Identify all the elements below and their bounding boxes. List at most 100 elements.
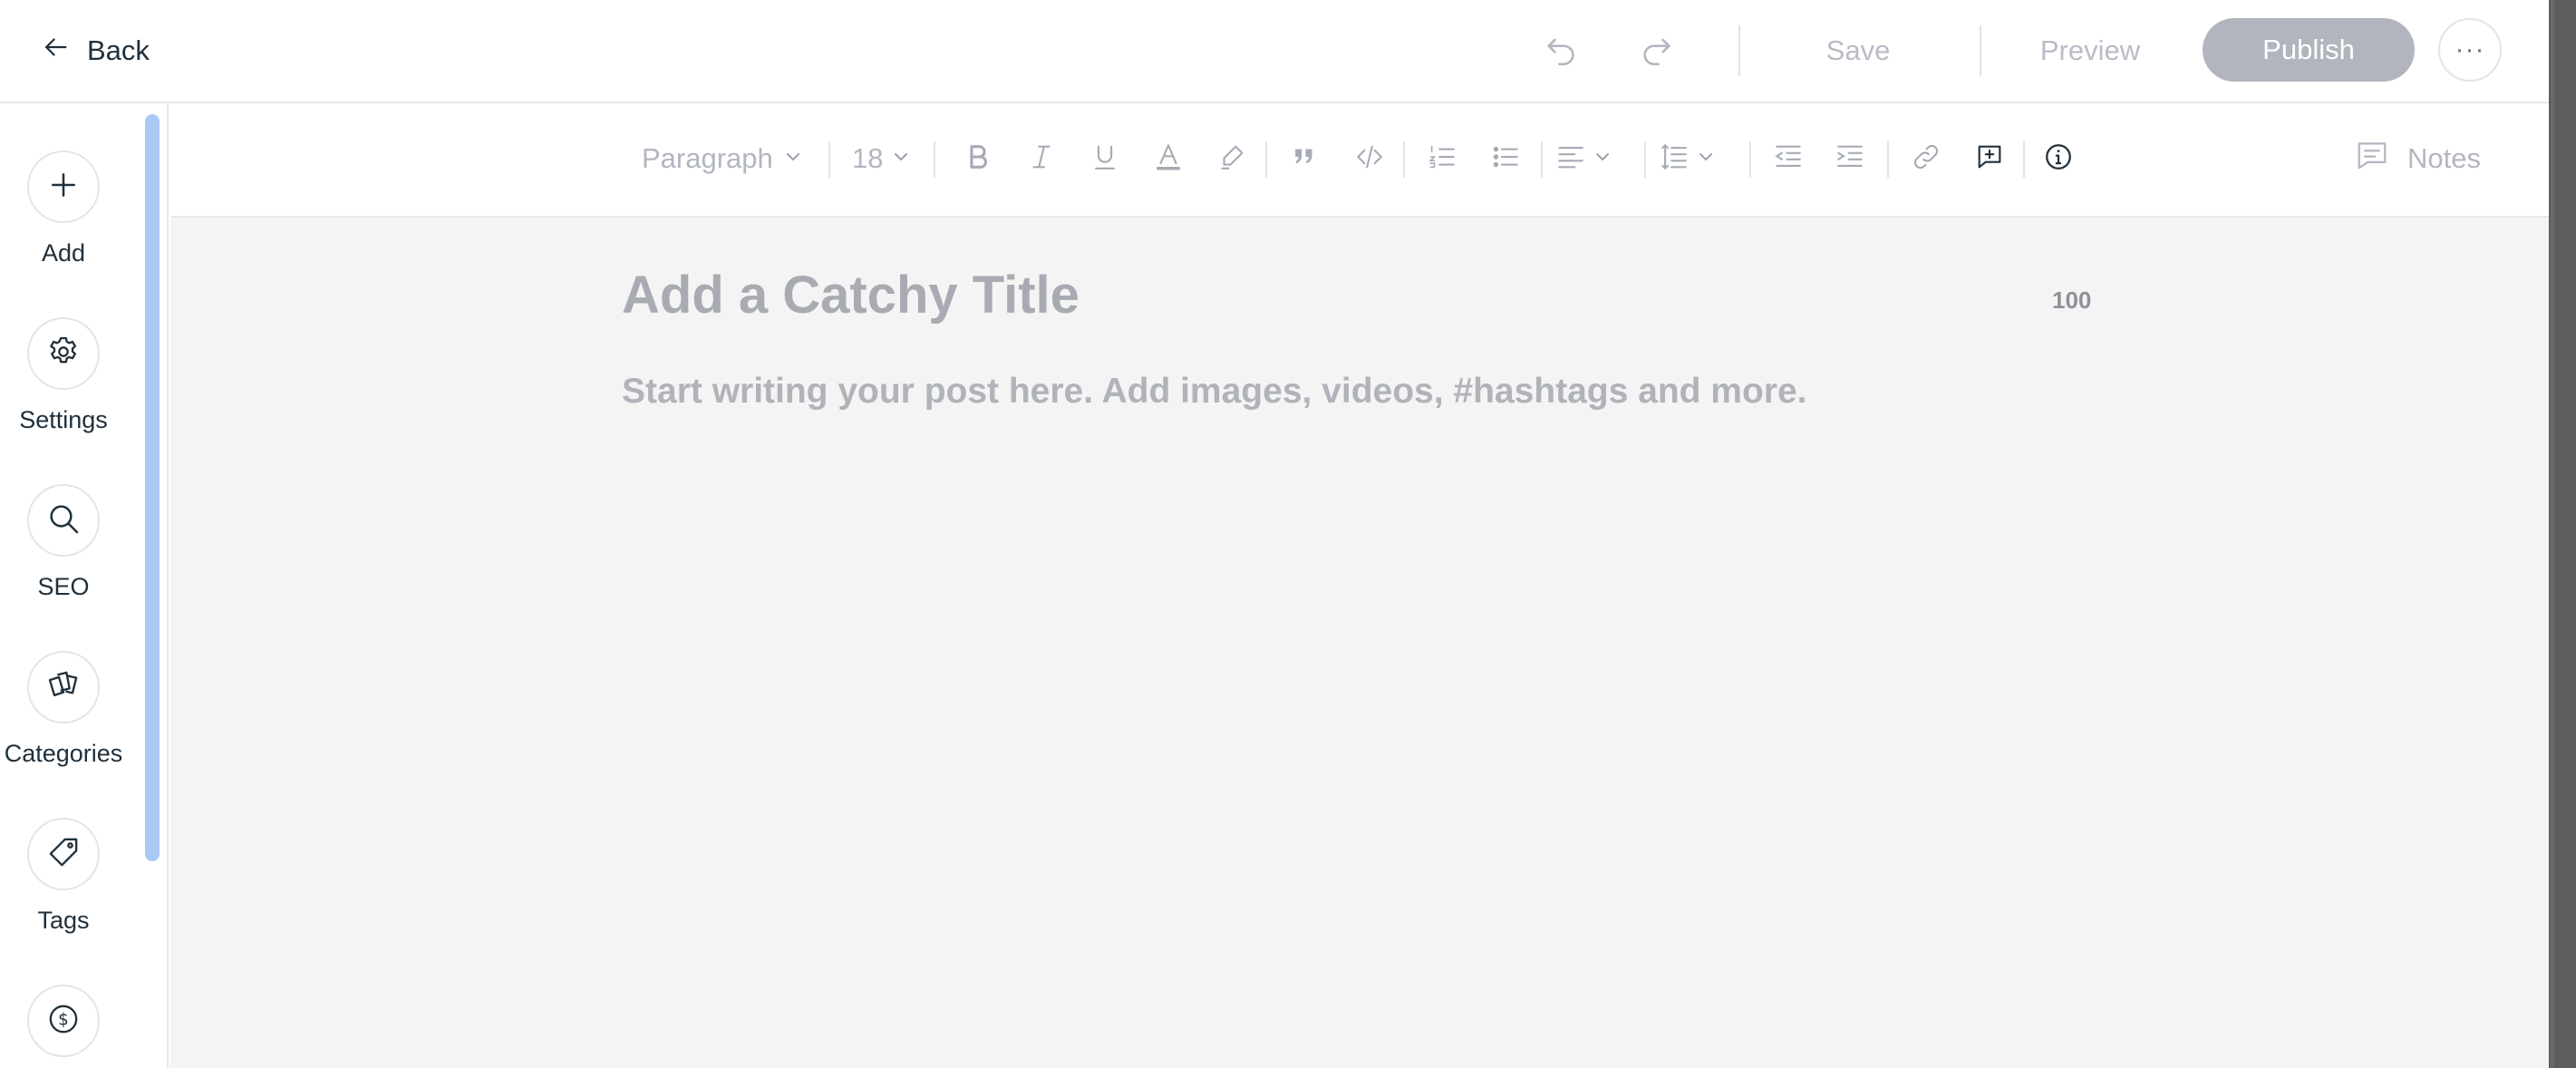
notes-icon bbox=[2355, 138, 2389, 180]
save-button[interactable]: Save bbox=[1804, 25, 1913, 76]
chevron-down-icon bbox=[890, 146, 912, 172]
sidebar-item-label: Tags bbox=[37, 907, 90, 934]
plus-icon bbox=[45, 167, 82, 208]
blog-post-editor: Back Save Preview Publish ··· Add Settin… bbox=[0, 0, 2576, 1068]
sidebar-item-categories[interactable]: Categories bbox=[0, 651, 127, 768]
sidebar-item-label: SEO bbox=[37, 573, 90, 600]
notes-button[interactable]: Notes bbox=[2355, 136, 2481, 181]
font-size-dropdown[interactable]: 18 bbox=[852, 136, 912, 181]
sidebar-item-add[interactable]: Add bbox=[0, 150, 127, 267]
sidebar-item-label: Categories bbox=[4, 740, 123, 767]
toolbar-divider bbox=[934, 141, 935, 178]
sidebar-scrollbar[interactable] bbox=[145, 114, 160, 861]
toolbar-divider bbox=[1887, 141, 1889, 178]
toolbar-divider bbox=[828, 141, 830, 178]
tags-button-circle[interactable] bbox=[27, 818, 100, 890]
line-spacing-dropdown[interactable] bbox=[1659, 136, 1717, 181]
page-scrollbar-edge bbox=[2551, 0, 2554, 1068]
toolbar-divider bbox=[1644, 141, 1646, 178]
align-icon bbox=[1555, 141, 1586, 177]
text-color-button[interactable] bbox=[1146, 136, 1191, 181]
align-dropdown[interactable] bbox=[1555, 136, 1613, 181]
code-button[interactable] bbox=[1345, 136, 1394, 181]
add-comment-button[interactable] bbox=[1965, 136, 2014, 181]
monetize-button-circle[interactable]: $ bbox=[27, 985, 100, 1057]
decrease-indent-icon bbox=[1773, 141, 1804, 177]
link-button[interactable] bbox=[1902, 136, 1951, 181]
paragraph-style-value: Paragraph bbox=[642, 142, 773, 174]
increase-indent-button[interactable] bbox=[1825, 136, 1874, 181]
add-comment-icon bbox=[1974, 141, 2005, 177]
sidebar-item-label: Add bbox=[41, 239, 86, 267]
sidebar-item-seo[interactable]: SEO bbox=[0, 484, 127, 601]
text-color-icon bbox=[1153, 141, 1184, 177]
sidebar-item-settings[interactable]: Settings bbox=[0, 317, 127, 434]
seo-button-circle[interactable] bbox=[27, 484, 100, 557]
bold-button[interactable] bbox=[955, 136, 1001, 181]
underline-icon bbox=[1089, 141, 1120, 177]
ordered-list-icon bbox=[1427, 141, 1457, 177]
undo-icon bbox=[1543, 31, 1579, 72]
sidebar-item-label: Settings bbox=[19, 406, 108, 433]
bold-icon bbox=[963, 141, 993, 177]
back-label: Back bbox=[87, 34, 150, 66]
font-size-value: 18 bbox=[852, 142, 884, 174]
top-bar: Back Save Preview Publish ··· bbox=[0, 0, 2549, 103]
italic-icon bbox=[1026, 141, 1057, 177]
decrease-indent-button[interactable] bbox=[1764, 136, 1813, 181]
tag-icon bbox=[45, 834, 82, 875]
sidebar-item-tags[interactable]: Tags bbox=[0, 818, 127, 935]
cards-icon bbox=[45, 667, 82, 708]
increase-indent-icon bbox=[1835, 141, 1865, 177]
quote-button[interactable] bbox=[1282, 136, 1327, 181]
header-divider bbox=[1980, 25, 1981, 76]
title-char-counter: 100 bbox=[2052, 286, 2092, 314]
post-body-input[interactable]: Start writing your post here. Add images… bbox=[622, 372, 1807, 412]
undo-button[interactable] bbox=[1535, 25, 1586, 76]
ordered-list-button[interactable] bbox=[1418, 136, 1467, 181]
redo-button[interactable] bbox=[1632, 25, 1682, 76]
line-spacing-icon bbox=[1659, 141, 1690, 177]
ellipsis-icon: ··· bbox=[2455, 34, 2485, 64]
formatting-toolbar: Paragraph 18 Notes bbox=[170, 103, 2549, 218]
highlight-icon bbox=[1216, 141, 1247, 177]
quote-icon bbox=[1289, 141, 1320, 177]
header-divider bbox=[1738, 25, 1740, 76]
more-actions-button[interactable]: ··· bbox=[2438, 18, 2502, 82]
underline-button[interactable] bbox=[1082, 136, 1128, 181]
left-sidebar: Add Settings SEO Categories Tags $ bbox=[0, 103, 169, 1068]
toolbar-divider bbox=[1749, 141, 1751, 178]
link-icon bbox=[1911, 141, 1942, 177]
info-button[interactable] bbox=[2034, 136, 2083, 181]
svg-text:$: $ bbox=[58, 1010, 69, 1029]
highlight-button[interactable] bbox=[1209, 136, 1254, 181]
arrow-left-icon bbox=[40, 32, 71, 70]
chevron-down-icon bbox=[1592, 146, 1613, 172]
info-icon bbox=[2043, 141, 2074, 177]
editor-canvas: Add a Catchy Title 100 Start writing you… bbox=[170, 218, 2549, 1068]
notes-label: Notes bbox=[2407, 142, 2481, 174]
redo-icon bbox=[1639, 31, 1675, 72]
sidebar-item-monetize[interactable]: $ bbox=[0, 985, 127, 1057]
settings-button-circle[interactable] bbox=[27, 317, 100, 390]
categories-button-circle[interactable] bbox=[27, 651, 100, 723]
dollar-icon: $ bbox=[45, 1001, 82, 1042]
code-icon bbox=[1354, 141, 1385, 177]
add-button-circle[interactable] bbox=[27, 150, 100, 223]
toolbar-divider bbox=[1541, 141, 1543, 178]
back-button[interactable]: Back bbox=[40, 25, 150, 76]
preview-button[interactable]: Preview bbox=[2027, 25, 2154, 76]
paragraph-style-dropdown[interactable]: Paragraph bbox=[642, 136, 804, 181]
bulleted-list-icon bbox=[1490, 141, 1521, 177]
toolbar-divider bbox=[1403, 141, 1405, 178]
bulleted-list-button[interactable] bbox=[1481, 136, 1530, 181]
gear-icon bbox=[45, 334, 82, 374]
italic-button[interactable] bbox=[1019, 136, 1064, 181]
chevron-down-icon bbox=[1695, 146, 1717, 172]
post-title-input[interactable]: Add a Catchy Title bbox=[622, 265, 1080, 325]
search-icon bbox=[45, 500, 82, 541]
toolbar-divider bbox=[1265, 141, 1267, 178]
chevron-down-icon bbox=[782, 146, 804, 172]
toolbar-divider bbox=[2023, 141, 2025, 178]
publish-button[interactable]: Publish bbox=[2203, 18, 2415, 82]
